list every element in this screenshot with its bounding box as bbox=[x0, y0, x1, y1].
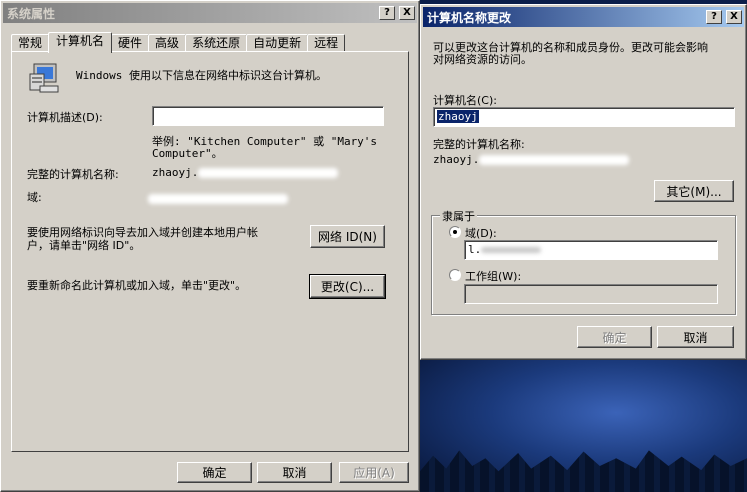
network-id-text-2: 户，请单击"网络 ID"。 bbox=[27, 239, 141, 252]
full-name-text: zhaoyj. bbox=[152, 166, 199, 179]
dialog-full-name-label: 完整的计算机名称: bbox=[433, 138, 525, 151]
workgroup-input[interactable] bbox=[464, 284, 718, 304]
rename-text: 要重新命名此计算机或加入域，单击"更改"。 bbox=[27, 279, 247, 292]
domain-radio-label: 域(D): bbox=[465, 227, 497, 240]
ok-button[interactable]: 确定 bbox=[177, 462, 252, 483]
tab-advanced[interactable]: 高级 bbox=[148, 34, 187, 52]
computer-name-selected-text: zhaoyj bbox=[437, 110, 479, 123]
window-title: 系统属性 bbox=[7, 6, 56, 21]
redacted-mark bbox=[148, 194, 288, 204]
domain-input[interactable]: l. bbox=[464, 240, 718, 260]
apply-button[interactable]: 应用(A) bbox=[339, 462, 409, 483]
description-input[interactable] bbox=[152, 106, 384, 126]
tab-hardware[interactable]: 硬件 bbox=[111, 34, 150, 52]
redacted-mark bbox=[198, 168, 339, 178]
more-button[interactable]: 其它(M)... bbox=[654, 180, 734, 202]
tab-computer-name[interactable]: 计算机名 bbox=[48, 32, 113, 53]
intro-text: Windows 使用以下信息在网络中标识这台计算机。 bbox=[76, 69, 327, 82]
full-name-value: zhaoyj. bbox=[152, 166, 339, 179]
domain-value bbox=[148, 192, 288, 205]
full-name-label: 完整的计算机名称: bbox=[27, 168, 119, 181]
domain-input-text: l. bbox=[468, 243, 482, 256]
tab-automatic-updates[interactable]: 自动更新 bbox=[246, 34, 309, 52]
computer-name-label: 计算机名(C): bbox=[433, 94, 497, 107]
redacted-mark bbox=[479, 155, 630, 165]
dialog-title: 计算机名称更改 bbox=[427, 10, 512, 25]
dialog-ok-button[interactable]: 确定 bbox=[577, 326, 652, 348]
tab-strip: 常规 计算机名 硬件 高级 系统还原 自动更新 远程 bbox=[11, 32, 346, 53]
computer-icon bbox=[29, 63, 59, 93]
computer-name-panel: Windows 使用以下信息在网络中标识这台计算机。 计算机描述(D): 举例:… bbox=[11, 51, 409, 452]
dialog-full-name-text: zhaoyj. bbox=[433, 153, 480, 166]
example-line-2: Computer"。 bbox=[152, 147, 223, 160]
tab-general[interactable]: 常规 bbox=[11, 34, 50, 52]
dialog-intro-2: 对网络资源的访问。 bbox=[433, 53, 532, 66]
computer-name-input[interactable]: zhaoyj bbox=[433, 107, 735, 127]
member-of-legend: 隶属于 bbox=[440, 208, 477, 224]
close-button[interactable]: X bbox=[726, 10, 742, 24]
tab-remote[interactable]: 远程 bbox=[307, 34, 346, 52]
help-button[interactable]: ? bbox=[379, 6, 395, 20]
cancel-button[interactable]: 取消 bbox=[257, 462, 332, 483]
redacted-mark bbox=[481, 247, 542, 253]
description-label: 计算机描述(D): bbox=[27, 111, 103, 124]
close-button[interactable]: X bbox=[399, 6, 415, 20]
change-button[interactable]: 更改(C)... bbox=[309, 274, 386, 299]
system-properties-titlebar[interactable]: 系统属性 ? X bbox=[3, 3, 417, 23]
tab-system-restore[interactable]: 系统还原 bbox=[185, 34, 248, 52]
rename-dialog-titlebar[interactable]: 计算机名称更改 ? X bbox=[423, 7, 744, 27]
computer-name-changes-dialog: 计算机名称更改 ? X 可以更改这台计算机的名称和成员身份。更改可能会影响 对网… bbox=[420, 4, 747, 360]
help-button[interactable]: ? bbox=[706, 10, 722, 24]
system-properties-window: 系统属性 ? X 常规 计算机名 硬件 高级 系统还原 自动更新 远程 Wind… bbox=[0, 0, 420, 492]
dialog-full-name-value: zhaoyj. bbox=[433, 153, 630, 166]
domain-label: 域: bbox=[27, 191, 42, 204]
workgroup-radio-label: 工作组(W): bbox=[465, 270, 522, 283]
workgroup-radio[interactable] bbox=[449, 269, 461, 281]
domain-radio[interactable] bbox=[449, 226, 461, 238]
dialog-cancel-button[interactable]: 取消 bbox=[657, 326, 734, 348]
network-id-button[interactable]: 网络 ID(N) bbox=[310, 225, 385, 248]
